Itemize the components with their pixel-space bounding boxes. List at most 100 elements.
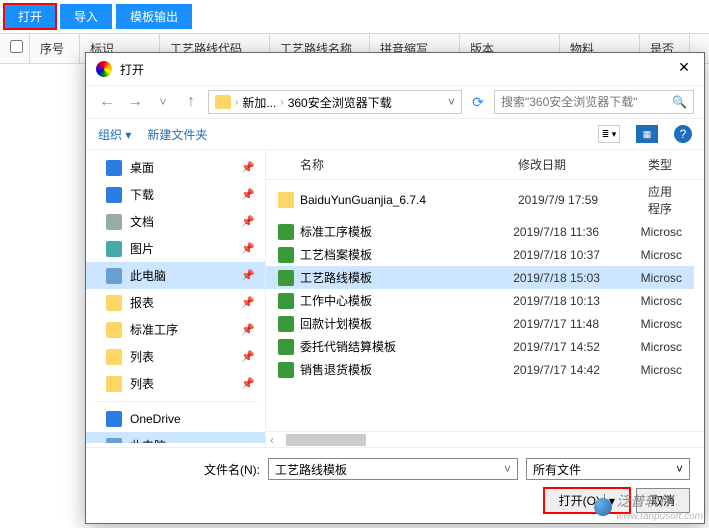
search-icon[interactable]: 🔍 [672,95,687,109]
file-name: BaiduYunGuanjia_6.7.4 [300,193,426,207]
sidebar-item-label: 此电脑 [130,267,166,284]
sidebar-item-label: 列表 [130,348,154,365]
nav-up-icon[interactable]: ↑ [180,91,202,113]
view-details-icon[interactable]: ▦ [636,125,658,143]
crumb-2[interactable]: 360安全浏览器下载 [288,94,392,111]
nav-back-icon[interactable]: ← [96,91,118,113]
file-type: Microsc [641,248,682,262]
file-row[interactable]: 标准工序模板2019/7/18 11:36Microsc [266,220,694,243]
sidebar-item[interactable]: 下载 📌 [86,181,265,208]
col-name[interactable]: 名称 [278,156,518,173]
file-icon [278,224,294,240]
file-row[interactable]: 工作中心模板2019/7/18 10:13Microsc [266,289,694,312]
sidebar-item[interactable]: 列表📌 [86,370,265,397]
file-type-select[interactable]: 所有文件 ˅ [526,458,690,480]
file-row[interactable]: 工艺路线模板 2019/7/18 15:03Microsc [266,266,694,289]
sidebar-item[interactable]: 桌面 📌 [86,154,265,181]
sidebar-item[interactable]: 图片 📌 [86,235,265,262]
pin-icon: 📌 [241,323,255,336]
sidebar-item[interactable]: 报表 📌 [86,289,265,316]
file-type: Microsc [641,271,682,285]
sidebar-icon [106,187,122,203]
pin-icon: 📌 [241,269,255,282]
nav-recent-icon[interactable]: ˅ [152,91,174,113]
sidebar-item-label: 下载 [130,186,154,203]
sidebar-item-label: 文档 [130,213,154,230]
open-button[interactable]: 打开 [4,4,56,29]
sidebar-icon [106,295,122,311]
file-date: 2019/7/17 11:48 [513,317,640,331]
sidebar-item[interactable]: 文档 📌 [86,208,265,235]
file-row[interactable]: BaiduYunGuanjia_6.7.4 2019/7/9 17:59应用程序 [266,180,694,220]
open-file-button[interactable]: 打开(O)▾ [544,488,630,513]
sidebar-item-label: OneDrive [130,412,181,426]
chevron-down-icon[interactable]: ˅ [504,462,511,476]
sidebar-icon [106,160,122,176]
sidebar-item-label: 报表 [130,294,154,311]
sidebar-icon [106,241,122,257]
chevron-right-icon: › [235,97,238,108]
sidebar-item[interactable]: 此电脑 📌 [86,262,265,289]
file-name: 工作中心模板 [300,292,372,309]
pin-icon: 📌 [241,188,255,201]
file-row[interactable]: 回款计划模板2019/7/17 11:48Microsc [266,312,694,335]
sidebar-item-label: 此电脑 [130,437,166,443]
folder-icon [215,95,231,109]
close-icon[interactable]: ✕ [674,59,694,79]
horizontal-scrollbar[interactable]: ‹ [266,431,704,447]
chevron-down-icon[interactable]: ˅ [448,95,455,109]
pin-icon: 📌 [241,161,255,174]
sidebar-item-label: 桌面 [130,159,154,176]
nav-forward-icon[interactable]: → [124,91,146,113]
pin-icon: 📌 [241,377,255,390]
file-row[interactable]: 工艺档案模板2019/7/18 10:37Microsc [266,243,694,266]
file-icon [278,270,294,286]
import-button[interactable]: 导入 [60,4,112,29]
file-type: Microsc [641,340,682,354]
col-seq: 序号 [30,34,80,63]
file-name: 工艺路线模板 [300,269,372,286]
file-icon [278,339,294,355]
organize-menu[interactable]: 组织 ▾ [98,126,131,143]
select-all-checkbox[interactable] [10,40,23,53]
sidebar-item[interactable]: 此电脑 [86,432,265,443]
new-folder-button[interactable]: 新建文件夹 [147,126,207,143]
template-output-button[interactable]: 模板输出 [116,4,192,29]
view-list-icon[interactable]: ≣ ▾ [598,125,620,143]
file-name: 标准工序模板 [300,223,372,240]
file-date: 2019/7/9 17:59 [518,193,648,207]
filename-input[interactable]: 工艺路线模板 ˅ [268,458,518,480]
col-date[interactable]: 修改日期 [518,156,648,173]
sidebar-item[interactable]: OneDrive [86,406,265,432]
sidebar-icon [106,411,122,427]
refresh-icon[interactable]: ⟳ [468,94,488,111]
sidebar-item-label: 标准工序 [130,321,178,338]
sidebar-item[interactable]: 列表 📌 [86,343,265,370]
file-date: 2019/7/18 15:03 [513,271,640,285]
dialog-title: 打开 [120,61,674,78]
sidebar-item[interactable]: 标准工序 📌 [86,316,265,343]
file-name: 委托代销结算模板 [300,338,396,355]
file-icon [278,247,294,263]
pin-icon: 📌 [241,215,255,228]
file-type: 应用程序 [648,183,682,217]
search-field[interactable] [501,95,672,109]
file-row[interactable]: 委托代销结算模板2019/7/17 14:52Microsc [266,335,694,358]
file-icon [278,293,294,309]
sidebar-item-label: 图片 [130,240,154,257]
chevron-down-icon[interactable]: ˅ [676,462,683,476]
col-type[interactable]: 类型 [648,156,692,173]
file-row[interactable]: 销售退货模板2019/7/17 14:42Microsc [266,358,694,381]
breadcrumb[interactable]: › 新加... › 360安全浏览器下载 ˅ [208,90,462,114]
file-open-dialog: 打开 ✕ ← → ˅ ↑ › 新加... › 360安全浏览器下载 ˅ ⟳ 🔍 … [85,52,705,524]
cancel-button[interactable]: 取消 [636,488,690,513]
pin-icon: 📌 [241,296,255,309]
crumb-1[interactable]: 新加... [242,94,276,111]
pin-icon: 📌 [241,350,255,363]
file-type: Microsc [641,225,682,239]
help-icon[interactable]: ? [674,125,692,143]
sidebar-icon [106,322,122,338]
pin-icon: 📌 [241,242,255,255]
search-input[interactable]: 🔍 [494,90,694,114]
sidebar-icon [106,376,122,392]
